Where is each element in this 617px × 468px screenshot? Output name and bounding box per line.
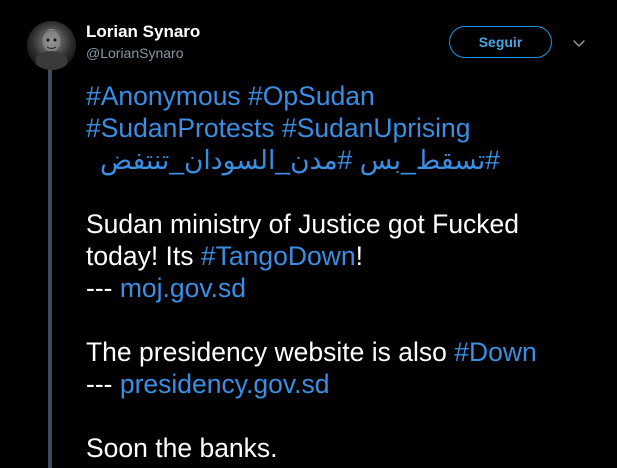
hashtag-arabic-2[interactable]: #مدن_السودان_تنتفض bbox=[100, 145, 352, 175]
chevron-down-icon[interactable] bbox=[571, 36, 587, 48]
hashtag-down[interactable]: #Down bbox=[454, 337, 537, 367]
hashtag-anonymous[interactable]: #Anonymous bbox=[86, 81, 241, 111]
thread-line bbox=[48, 67, 52, 468]
hashtag-line-2: #SudanProtests #SudanUprising bbox=[86, 112, 606, 144]
hashtag-sudanprotests[interactable]: #SudanProtests bbox=[86, 113, 275, 143]
para3-text-1: Soon the banks. bbox=[86, 433, 278, 463]
hashtag-line-arabic: #تسقط_بس #مدن_السودان_تنتفض bbox=[86, 144, 500, 176]
hashtag-arabic-1[interactable]: #تسقط_بس bbox=[360, 145, 500, 175]
hashtag-opsudan[interactable]: #OpSudan bbox=[248, 81, 375, 111]
tweet-text: #Anonymous #OpSudan #SudanProtests #Suda… bbox=[86, 80, 606, 464]
para1-text-2: today! Its bbox=[86, 241, 201, 271]
avatar-image bbox=[35, 29, 68, 70]
hashtag-tangodown[interactable]: #TangoDown bbox=[201, 241, 356, 271]
hashtag-sudanuprising[interactable]: #SudanUprising bbox=[282, 113, 471, 143]
follow-button[interactable]: Seguir bbox=[449, 26, 552, 58]
para1-line-2: today! Its #TangoDown! bbox=[86, 240, 606, 272]
para2-line-1: The presidency website is also #Down bbox=[86, 336, 606, 368]
para1-line-3: --- moj.gov.sd bbox=[86, 272, 606, 304]
hashtag-line-1: #Anonymous #OpSudan bbox=[86, 80, 606, 112]
link-moj[interactable]: moj.gov.sd bbox=[120, 273, 246, 303]
author-display-name[interactable]: Lorian Synaro bbox=[86, 22, 200, 42]
para2-line-2: --- presidency.gov.sd bbox=[86, 368, 606, 400]
para2-text-1: The presidency website is also bbox=[86, 337, 455, 367]
link-presidency[interactable]: presidency.gov.sd bbox=[120, 369, 330, 399]
author-handle[interactable]: @LorianSynaro bbox=[86, 45, 184, 61]
avatar[interactable] bbox=[27, 21, 76, 70]
para1-line-1: Sudan ministry of Justice got Fucked bbox=[86, 208, 606, 240]
para3-line-1: Soon the banks. bbox=[86, 432, 606, 464]
para1-text-3: ! bbox=[355, 241, 363, 271]
para2-dash: --- bbox=[86, 369, 120, 399]
para1-text-1: Sudan ministry of Justice got Fucked bbox=[86, 209, 520, 239]
para1-dash: --- bbox=[86, 273, 120, 303]
